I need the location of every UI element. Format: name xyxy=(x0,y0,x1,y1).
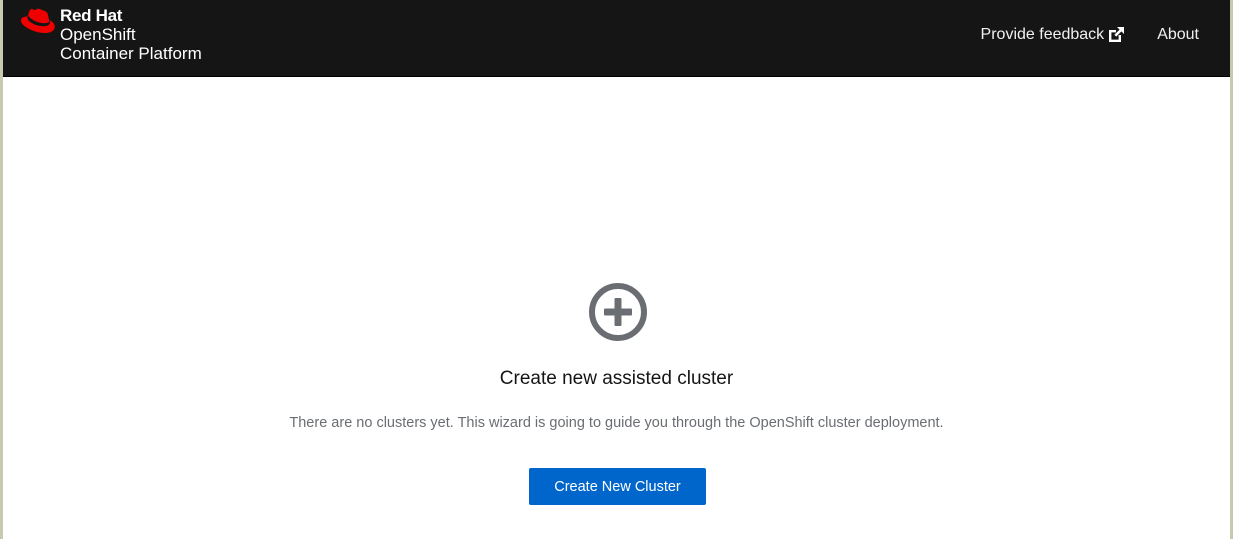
provide-feedback-link[interactable]: Provide feedback xyxy=(981,26,1126,44)
create-new-cluster-button[interactable]: Create New Cluster xyxy=(529,468,706,505)
brand-text: Red Hat OpenShift Container Platform xyxy=(60,6,202,63)
masthead: Red Hat OpenShift Container Platform Pro… xyxy=(3,0,1230,77)
masthead-nav: Provide feedback About xyxy=(981,26,1199,44)
empty-state-body: There are no clusters yet. This wizard i… xyxy=(289,415,944,431)
plus-circle-icon xyxy=(589,283,647,341)
brand-logo[interactable]: Red Hat OpenShift Container Platform xyxy=(19,6,202,63)
external-link-icon xyxy=(1109,27,1125,42)
about-link[interactable]: About xyxy=(1157,26,1199,44)
provide-feedback-label: Provide feedback xyxy=(980,26,1105,43)
empty-state-title: Create new assisted cluster xyxy=(499,368,734,389)
brand-product-line2: Container Platform xyxy=(60,44,202,63)
red-hat-fedora-icon xyxy=(20,8,55,33)
brand-company: Red Hat xyxy=(60,6,123,25)
app-frame: Red Hat OpenShift Container Platform Pro… xyxy=(0,0,1233,539)
brand-product-line1: OpenShift xyxy=(60,25,136,44)
empty-state: Create new assisted cluster There are no… xyxy=(3,77,1230,539)
